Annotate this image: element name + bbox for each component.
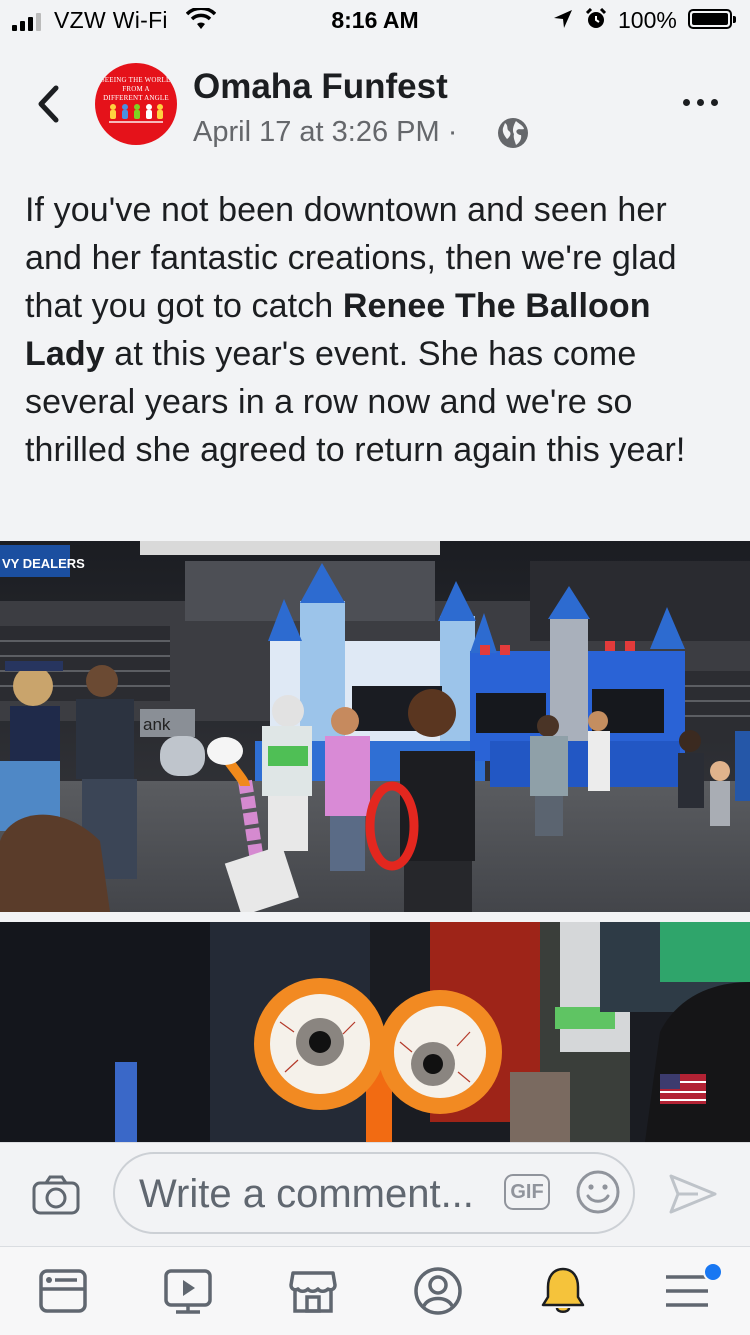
battery-percent: 100%	[618, 7, 677, 33]
emoji-icon[interactable]	[575, 1169, 621, 1215]
bell-icon	[541, 1267, 585, 1313]
balloon-eyes-photo-image	[0, 922, 750, 1142]
gif-button[interactable]: GIF	[504, 1174, 550, 1210]
globe-public-icon	[498, 118, 528, 148]
location-arrow-icon	[554, 10, 572, 28]
tab-news-feed[interactable]	[37, 1265, 89, 1317]
post-photo[interactable]: VY DEALERS ank	[0, 541, 750, 912]
tab-marketplace[interactable]	[287, 1265, 339, 1317]
menu-notification-dot	[703, 1262, 723, 1282]
comment-placeholder: Write a comment...	[139, 1172, 474, 1216]
page-avatar[interactable]: SEEING THE WORLD FROM A DIFFERENT ANGLE	[95, 63, 177, 145]
back-chevron-icon[interactable]	[30, 82, 70, 126]
bottom-tab-bar	[0, 1246, 750, 1335]
post-photo[interactable]	[0, 922, 750, 1142]
post-body: If you've not been downtown and seen her…	[25, 186, 730, 474]
post-timestamp[interactable]: April 17 at 3:26 PM ·	[193, 116, 457, 149]
marketplace-icon	[289, 1271, 337, 1313]
send-icon[interactable]	[668, 1172, 718, 1216]
arena-sign-text: ank	[143, 715, 171, 734]
timestamp-text: April 17 at 3:26 PM	[193, 116, 440, 148]
alarm-icon	[585, 8, 607, 28]
page-name[interactable]: Omaha Funfest	[193, 67, 448, 107]
profile-icon	[414, 1267, 462, 1315]
avatar-figures-logo	[109, 104, 163, 123]
comment-input[interactable]: Write a comment... GIF	[113, 1152, 635, 1234]
avatar-logo-text: DIFFERENT ANGLE	[103, 94, 169, 102]
arena-banner-text: VY DEALERS	[2, 556, 85, 571]
avatar-logo-text: FROM A	[122, 85, 150, 93]
avatar-logo-text: SEEING THE WORLD	[100, 76, 172, 84]
tab-notifications[interactable]	[537, 1265, 589, 1317]
timestamp-separator: ·	[447, 116, 458, 148]
more-options-icon[interactable]	[683, 96, 719, 110]
tab-watch[interactable]	[162, 1265, 214, 1317]
arena-photo-image: VY DEALERS ank	[0, 541, 750, 912]
battery-icon	[688, 9, 736, 29]
status-bar: VZW Wi-Fi 8:16 AM 100%	[0, 0, 750, 40]
tab-profile[interactable]	[412, 1265, 464, 1317]
watch-video-icon	[164, 1269, 212, 1314]
post-text-part: at this year's event. She has come sever…	[25, 335, 686, 469]
camera-icon[interactable]	[32, 1175, 80, 1215]
news-feed-icon	[39, 1269, 87, 1313]
photo-divider	[0, 912, 750, 922]
comment-bar: Write a comment... GIF	[0, 1142, 750, 1247]
